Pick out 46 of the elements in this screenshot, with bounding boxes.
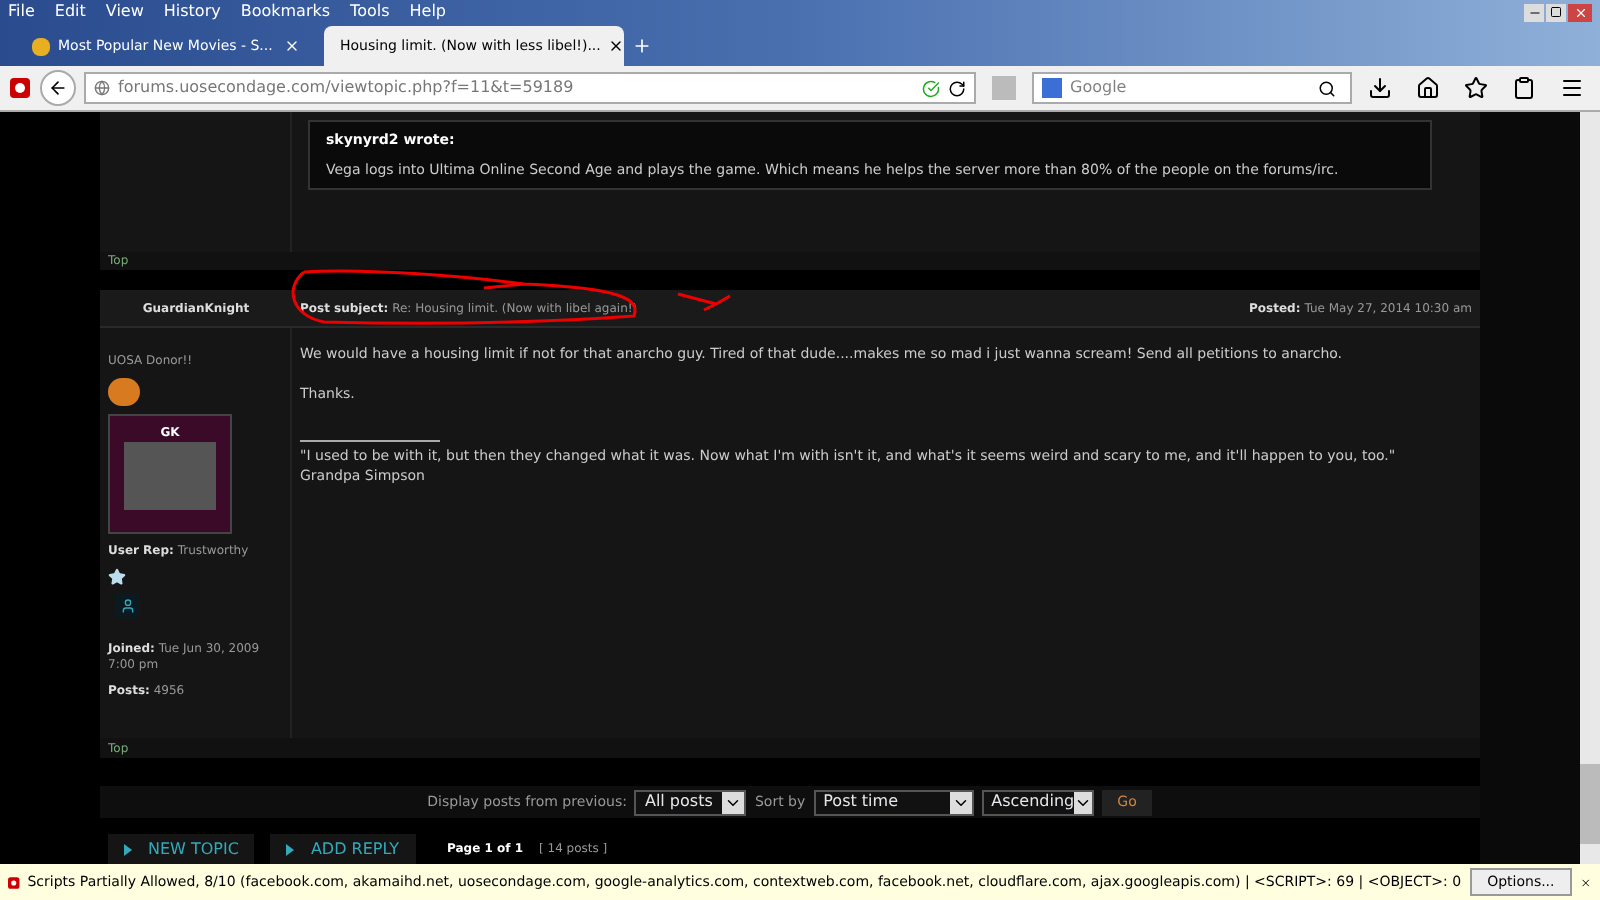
menu-item[interactable]: Edit xyxy=(54,0,86,24)
clipboard-icon[interactable] xyxy=(1512,76,1536,100)
menu-item[interactable]: History xyxy=(163,0,221,24)
reload-icon[interactable] xyxy=(948,79,966,97)
restore-icon[interactable] xyxy=(1546,3,1566,21)
search-icon[interactable] xyxy=(1318,79,1336,97)
posts-filter-select[interactable]: All posts xyxy=(634,789,747,815)
back-arrow-icon xyxy=(48,78,68,98)
minimize-icon[interactable] xyxy=(1524,3,1544,21)
scrollbar[interactable] xyxy=(1580,112,1600,864)
check-icon xyxy=(922,79,940,97)
triangle-icon xyxy=(124,843,132,855)
address-bar[interactable]: forums.uosecondage.com/viewtopic.php?f=11&t=59189 xyxy=(84,72,976,104)
user-icon xyxy=(120,598,136,614)
new-tab-icon[interactable] xyxy=(632,36,652,56)
home-icon[interactable] xyxy=(1416,76,1440,100)
globe-icon xyxy=(94,80,110,96)
download-icon[interactable] xyxy=(1368,76,1392,100)
order-select[interactable]: Ascending xyxy=(981,789,1094,815)
profile-icon[interactable] xyxy=(116,594,140,618)
sort-select[interactable]: Post time xyxy=(813,789,974,815)
tab-favicon-icon xyxy=(32,37,50,55)
donor-badge-icon xyxy=(108,378,140,406)
google-icon xyxy=(1042,78,1062,98)
menu-item[interactable]: Bookmarks xyxy=(240,0,331,24)
star-icon xyxy=(108,568,126,586)
triangle-icon xyxy=(286,843,295,855)
menu-icon[interactable] xyxy=(1560,76,1584,100)
menu-item[interactable]: View xyxy=(105,0,144,24)
site-logo-icon[interactable] xyxy=(8,76,32,100)
close-icon[interactable] xyxy=(1568,3,1592,21)
bookmark-star-icon[interactable] xyxy=(1464,76,1488,100)
menu-item[interactable]: File xyxy=(8,0,35,24)
close-tab-icon[interactable] xyxy=(284,38,300,54)
action-button[interactable]: ADD REPLY xyxy=(270,834,416,864)
close-tab-icon[interactable] xyxy=(608,38,625,54)
menu-item[interactable]: Help xyxy=(409,0,447,24)
action-button[interactable]: NEW TOPIC xyxy=(108,834,255,864)
close-icon[interactable] xyxy=(1580,873,1592,891)
photo-placeholder xyxy=(124,442,216,510)
back-button[interactable] xyxy=(40,70,76,106)
menu-item[interactable]: Tools xyxy=(350,0,390,24)
script-icon xyxy=(8,873,20,891)
search-field[interactable]: Google xyxy=(1070,76,1310,100)
hand-drawn-arrow xyxy=(676,290,732,314)
search-box[interactable]: Google xyxy=(1032,72,1352,104)
